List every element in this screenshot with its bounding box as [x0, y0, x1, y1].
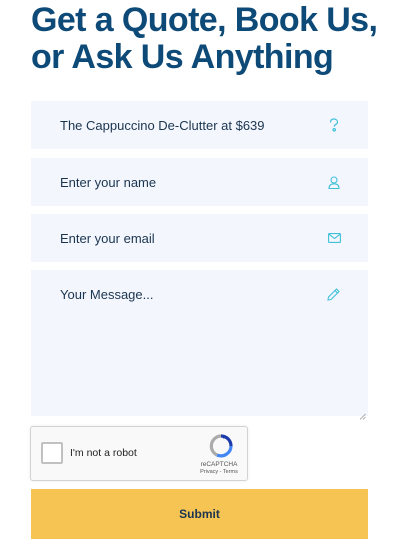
resize-handle-icon[interactable]	[359, 407, 366, 420]
user-icon	[327, 175, 341, 189]
envelope-icon	[327, 231, 341, 245]
pencil-icon	[327, 288, 341, 302]
name-field[interactable]: Enter your name	[31, 158, 368, 206]
recaptcha-links[interactable]: Privacy - Terms	[189, 469, 249, 475]
submit-button[interactable]: Submit	[31, 489, 368, 539]
name-field-placeholder: Enter your name	[60, 174, 157, 190]
message-field[interactable]: Your Message...	[31, 270, 368, 420]
recaptcha-label: I'm not a robot	[70, 447, 137, 459]
recaptcha-widget: I'm not a robot reCAPTCHA Privacy - Term…	[30, 426, 248, 481]
message-field-placeholder: Your Message...	[60, 287, 154, 302]
recaptcha-logo-icon	[208, 433, 234, 459]
recaptcha-checkbox[interactable]	[41, 442, 63, 464]
package-select-field[interactable]: The Cappuccino De-Clutter at $639	[31, 101, 368, 149]
package-field-value: The Cappuccino De-Clutter at $639	[60, 117, 265, 133]
recaptcha-brand: reCAPTCHA	[200, 461, 238, 468]
email-field-placeholder: Enter your email	[60, 230, 155, 246]
question-icon	[327, 118, 341, 132]
page-heading: Get a Quote, Book Us, or Ask Us Anything	[31, 1, 378, 76]
email-field[interactable]: Enter your email	[31, 214, 368, 262]
